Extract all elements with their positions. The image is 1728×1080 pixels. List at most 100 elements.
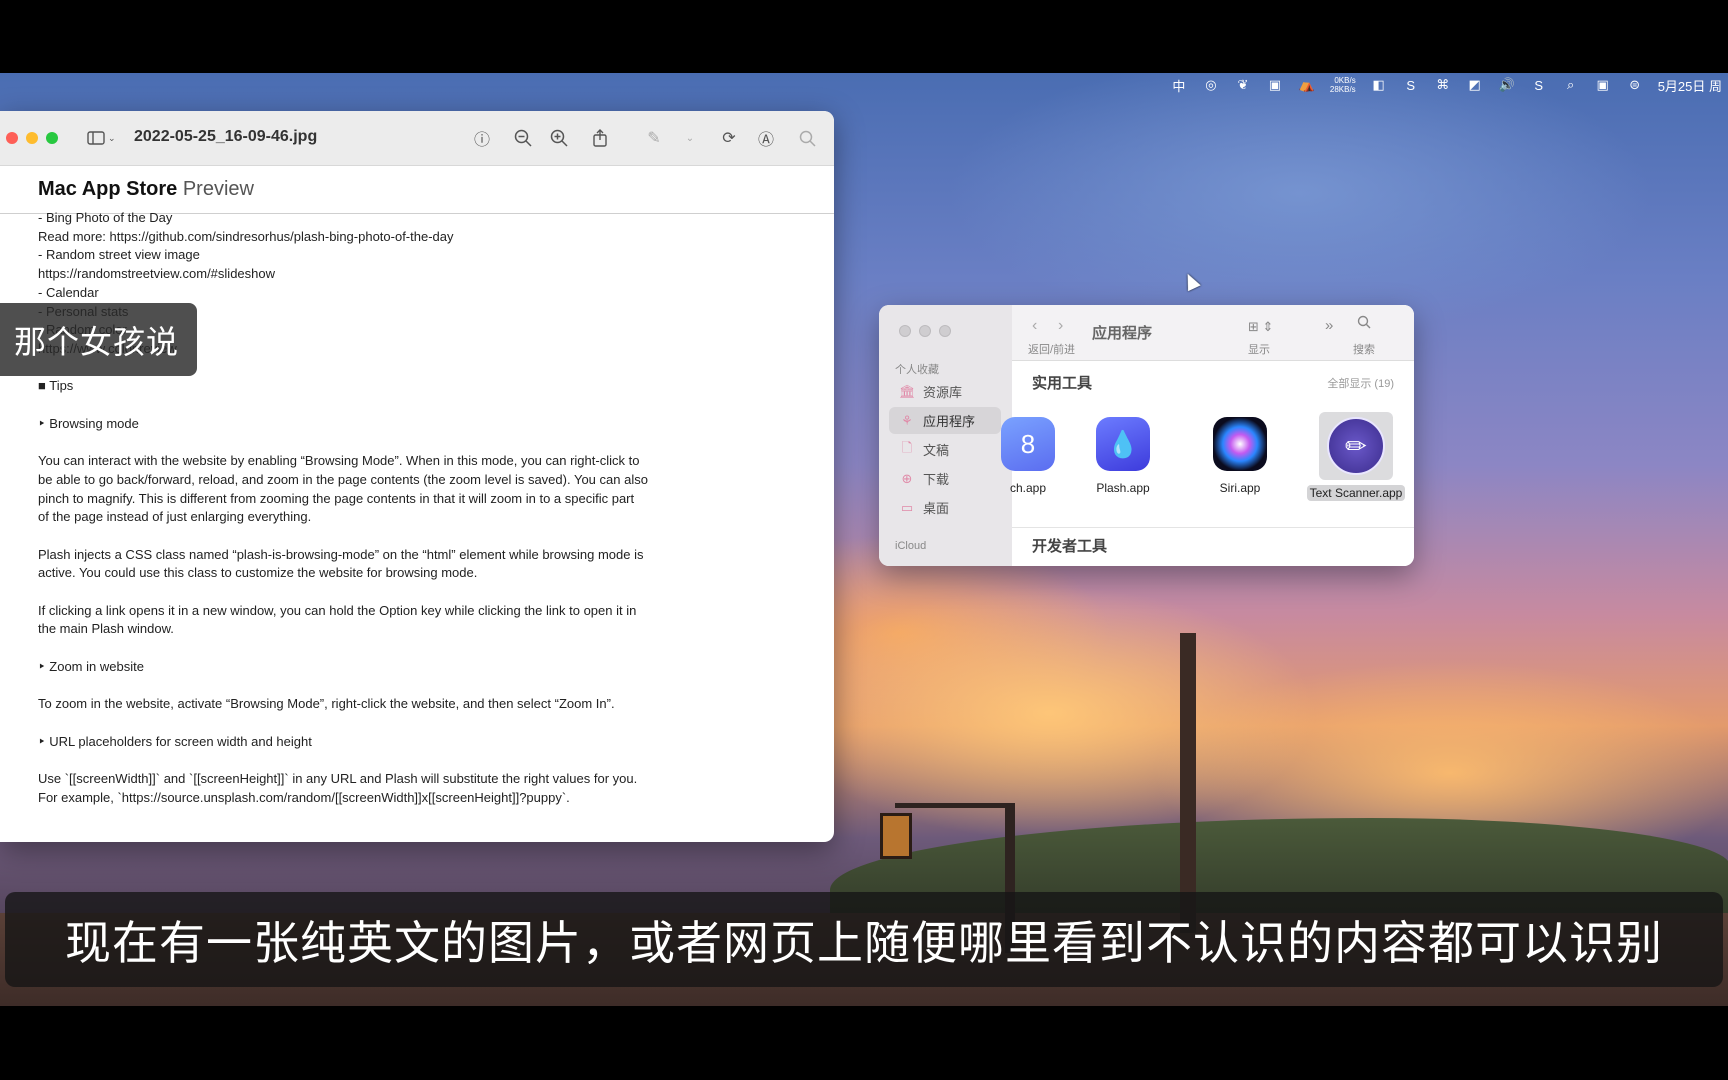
zoom-window-button[interactable] xyxy=(46,132,58,144)
forward-button[interactable]: › xyxy=(1058,317,1063,335)
water-drop-icon: 💧 xyxy=(1096,417,1150,471)
sidebar-item-desktop[interactable]: ▭ 桌面 xyxy=(889,494,1001,521)
text-line: If clicking a link opens it in a new win… xyxy=(38,602,637,618)
library-icon: 🏛 xyxy=(899,383,916,399)
pencil-character-icon: ✏ xyxy=(1327,417,1385,475)
finder-main: ‹ › 返回/前进 应用程序 ⊞ ⇕ 显示 » 搜索 实用工具 全部显示 (19… xyxy=(1001,305,1414,566)
text-line: pinch to magnify. This is different from… xyxy=(38,490,635,506)
preview-window: ⌄ 2022-05-25_16-09-46.jpg ⓘ ✎ ⌄ ⟳ Ⓐ Mac … xyxy=(0,111,834,842)
app-icon[interactable]: ◩ xyxy=(1466,77,1484,93)
text-line: be able to go back/forward, reload, and … xyxy=(38,471,648,487)
document-title: 2022-05-25_16-09-46.jpg xyxy=(134,128,318,145)
info-icon: ⓘ xyxy=(473,132,490,149)
rotate-icon: ⟳ xyxy=(722,130,736,147)
chevron-double-right-icon: » xyxy=(1325,317,1334,334)
text-line xyxy=(38,676,718,695)
back-button[interactable]: ‹ xyxy=(1032,317,1037,335)
text-line: - Bing Photo of the Day xyxy=(38,210,173,225)
search-button[interactable] xyxy=(795,127,819,149)
sidebar-item-label: 应用程序 xyxy=(923,414,976,429)
close-window-button[interactable] xyxy=(6,132,18,144)
sidebar-item-library[interactable]: 🏛 资源库 xyxy=(889,378,1001,405)
wallpaper-lamp-arm xyxy=(895,803,1010,808)
video-subtitle: 现在有一张纯英文的图片，或者网页上随便哪里看到不认识的内容都可以识别 xyxy=(5,892,1723,987)
zoom-in-button[interactable] xyxy=(547,127,571,149)
markup-menu-button[interactable]: ⌄ xyxy=(678,127,702,149)
siri-icon xyxy=(1213,417,1267,471)
spotlight-search-icon[interactable]: ⌕ xyxy=(1562,77,1580,93)
more-toolbar-button[interactable]: » xyxy=(1325,317,1333,334)
text-line xyxy=(38,396,718,415)
wallpaper-lamp xyxy=(880,813,912,859)
bird-icon[interactable]: ❦ xyxy=(1234,77,1252,93)
image-brand-heading: Mac App Store Preview xyxy=(38,178,254,201)
menu-bar: 中 ◎ ❦ ▣ ⛺ 0KB/s 28KB/s ◧ S ⌘ ◩ 🔊 S ⌕ ▣ ⊜… xyxy=(0,73,1728,97)
grid-view-icon: ⊞ ⇕ xyxy=(1248,319,1274,334)
group-heading-developer-tools: 开发者工具 xyxy=(1032,538,1108,555)
menu-bar-clock[interactable]: 5月25日 周 xyxy=(1658,76,1722,95)
text-line: For example, `https://source.unsplash.co… xyxy=(38,789,570,805)
bear-icon[interactable]: ◧ xyxy=(1370,77,1388,93)
text-line: Read more: https://github.com/sindresorh… xyxy=(38,228,454,244)
text-line xyxy=(38,714,718,733)
app-item-plash[interactable]: 💧 Plash.app xyxy=(1073,417,1173,495)
chevron-down-icon: ⌄ xyxy=(685,132,695,144)
minimize-window-button[interactable] xyxy=(26,132,38,144)
zoom-window-button[interactable] xyxy=(939,325,951,337)
network-download: 28KB/s xyxy=(1329,85,1356,94)
close-window-button[interactable] xyxy=(899,325,911,337)
zoom-out-button[interactable] xyxy=(511,127,535,149)
preview-titlebar: ⌄ 2022-05-25_16-09-46.jpg ⓘ ✎ ⌄ ⟳ Ⓐ xyxy=(0,111,834,166)
show-all-link[interactable]: 全部显示 (19) xyxy=(1327,375,1394,391)
sidebar-toggle-button[interactable]: ⌄ xyxy=(87,127,125,149)
s-icon[interactable]: S xyxy=(1402,77,1420,93)
desktop-icon: ▭ xyxy=(900,499,914,515)
sidebar-item-label: 下载 xyxy=(923,472,950,487)
watermark-label: 那个女孩说 xyxy=(0,303,197,376)
app-item[interactable]: 8 ch.app xyxy=(978,417,1078,495)
text-line xyxy=(38,751,718,770)
sidebar-icon xyxy=(87,131,105,145)
finder-window: 个人收藏 🏛 资源库 ⚘ 应用程序 🗋 文稿 ⊕ 下载 ▭ 桌面 iCloud ‹ › 返… xyxy=(879,305,1414,566)
search-icon xyxy=(799,130,816,147)
bookmark-icon[interactable]: ⌘ xyxy=(1434,77,1452,93)
app-square-icon[interactable]: ▣ xyxy=(1266,77,1284,93)
text-line: the main Plash window. xyxy=(38,621,174,637)
search-icon xyxy=(1357,315,1371,329)
scrobbles-icon[interactable]: S xyxy=(1530,77,1548,93)
minimize-window-button[interactable] xyxy=(919,325,931,337)
cat-icon[interactable]: ⛺ xyxy=(1298,77,1316,93)
image-text-content: - Bing Photo of the Day Read more: https:… xyxy=(38,209,718,807)
view-options-button[interactable]: ⊞ ⇕ xyxy=(1248,319,1273,335)
app-item-text-scanner[interactable]: ✏ Text Scanner.app xyxy=(1306,412,1406,501)
rotate-button[interactable]: ⟳ xyxy=(717,127,741,149)
app-item-siri[interactable]: Siri.app xyxy=(1190,417,1290,495)
network-speed[interactable]: 0KB/s 28KB/s xyxy=(1330,76,1356,94)
zoom-out-icon xyxy=(514,129,532,147)
pencil-icon: ✎ xyxy=(647,130,661,147)
zoom-in-icon xyxy=(550,129,568,147)
control-center-icon[interactable]: ⊜ xyxy=(1626,77,1644,93)
share-icon xyxy=(593,129,607,147)
input-method-icon[interactable]: 中 xyxy=(1170,77,1188,94)
markup-button[interactable]: ✎ xyxy=(642,127,666,149)
share-button[interactable] xyxy=(588,127,612,149)
sidebar-item-label: 资源库 xyxy=(923,385,963,400)
finder-search-button[interactable] xyxy=(1357,315,1371,334)
text-line: of the page instead of just enlarging ev… xyxy=(38,509,312,525)
creative-cloud-icon[interactable]: ◎ xyxy=(1202,77,1220,93)
app-icon-partial: 8 xyxy=(1001,417,1055,471)
text-line: ‣ Zoom in website xyxy=(38,658,144,674)
screen-record-icon[interactable]: ▣ xyxy=(1594,77,1612,93)
view-label: 显示 xyxy=(1248,344,1270,356)
annotate-button[interactable]: Ⓐ xyxy=(754,127,778,149)
text-line: ‣ Browsing mode xyxy=(38,415,139,431)
info-button[interactable]: ⓘ xyxy=(470,127,494,149)
text-line xyxy=(38,639,718,658)
text-line xyxy=(38,527,718,546)
volume-icon[interactable]: 🔊 xyxy=(1498,77,1516,93)
image-header: Mac App Store Preview xyxy=(0,166,834,214)
sidebar-item-label: 桌面 xyxy=(923,501,950,516)
brand-sub: Preview xyxy=(182,178,254,200)
applications-icon: ⚘ xyxy=(901,412,913,428)
